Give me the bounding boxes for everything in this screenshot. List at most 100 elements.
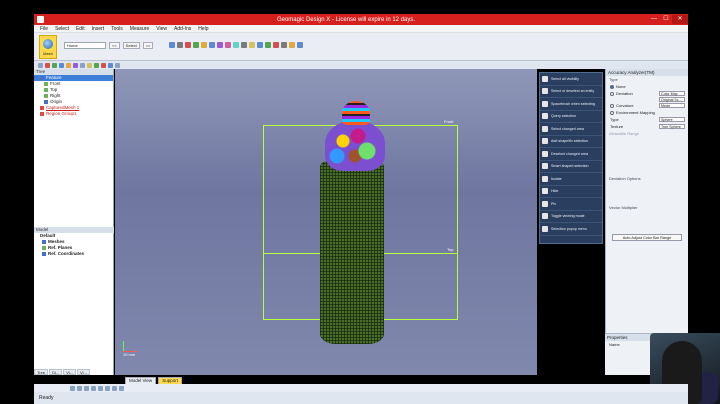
select-button[interactable]: Select xyxy=(122,42,140,49)
menu-view[interactable]: View xyxy=(156,26,167,32)
tool-5-icon[interactable] xyxy=(66,62,71,68)
tab-view[interactable]: Vi... xyxy=(63,369,77,375)
iso-view-icon[interactable] xyxy=(233,42,239,48)
menu-edit[interactable]: Edit xyxy=(76,26,85,32)
measure-icon[interactable] xyxy=(281,42,287,48)
model-viewport[interactable]: Front Right Top 10 mm xyxy=(115,69,537,375)
compare-select[interactable]: Original Sc... xyxy=(659,97,685,102)
window-title: Geomagic Design X - License will expire … xyxy=(276,16,416,23)
settings-icon[interactable] xyxy=(297,42,303,48)
tool-1-icon[interactable] xyxy=(38,62,43,68)
brush-icon xyxy=(542,100,548,107)
model-item-ref-coordinates[interactable]: Ref. Coordinates xyxy=(34,251,114,257)
tab-tree[interactable]: Tree xyxy=(34,369,49,375)
rotate-icon[interactable] xyxy=(185,42,191,48)
deviation-select[interactable]: Color Map xyxy=(659,91,685,96)
tool-11-icon[interactable] xyxy=(108,62,113,68)
option-deviation[interactable]: Deviation Color Map xyxy=(606,90,688,97)
mesh-button[interactable]: Mesh xyxy=(39,35,57,59)
minimize-button[interactable]: — xyxy=(648,15,660,24)
cmd-select-all[interactable]: Select all visibility xyxy=(540,73,602,86)
cmd-add-shape[interactable]: Add shape/fix selection xyxy=(540,136,602,148)
radio-environment[interactable] xyxy=(610,110,614,115)
close-button[interactable]: ✕ xyxy=(672,15,688,24)
tool-2-icon[interactable] xyxy=(45,62,50,68)
cmd-select-changed[interactable]: Select changed area xyxy=(540,123,602,136)
prev-button[interactable]: << xyxy=(109,42,120,49)
bottom-tool-1-icon[interactable] xyxy=(70,385,75,391)
pan-icon[interactable] xyxy=(193,42,199,48)
cmd-smart-shaped[interactable]: Smart shaped selection xyxy=(540,161,602,173)
tree-item-region-group[interactable]: Region Group1 xyxy=(34,111,113,117)
bottom-tool-7-icon[interactable] xyxy=(112,385,117,391)
radio-none[interactable] xyxy=(610,84,614,89)
bottom-tool-6-icon[interactable] xyxy=(105,385,110,391)
front-view-icon[interactable] xyxy=(209,42,215,48)
tool-8-icon[interactable] xyxy=(87,62,92,68)
bottle-cap[interactable] xyxy=(342,101,370,125)
display-icon[interactable] xyxy=(257,42,263,48)
zoom-icon[interactable] xyxy=(177,42,183,48)
tool-7-icon[interactable] xyxy=(80,62,85,68)
cmd-spacebrush[interactable]: Spacebrush when selecting xyxy=(540,98,602,111)
next-button[interactable]: >> xyxy=(142,42,154,49)
menu-measure[interactable]: Measure xyxy=(130,26,149,32)
render-icon[interactable] xyxy=(249,42,255,48)
bottle-head-regions[interactable] xyxy=(325,121,385,171)
bottom-tool-4-icon[interactable] xyxy=(91,385,96,391)
tool-10-icon[interactable] xyxy=(101,62,106,68)
query-icon xyxy=(542,113,548,120)
light-icon[interactable] xyxy=(265,42,271,48)
cmd-popup-menu[interactable]: Selection popup menu xyxy=(540,223,602,236)
plane-icon xyxy=(44,82,48,86)
cmd-select-deselect[interactable]: Select or deselect an entity xyxy=(540,86,602,98)
menu-tools[interactable]: Tools xyxy=(111,26,123,32)
menu-file[interactable]: File xyxy=(40,26,48,32)
section-icon[interactable] xyxy=(241,42,247,48)
menu-help[interactable]: Help xyxy=(198,26,208,32)
texture-select[interactable]: True Sphere xyxy=(659,124,685,129)
bottom-tool-5-icon[interactable] xyxy=(98,385,103,391)
bottom-toolbar xyxy=(34,384,688,392)
tool-9-icon[interactable] xyxy=(94,62,99,68)
ribbon: Mesh Home << Select >> xyxy=(34,33,688,61)
tool-4-icon[interactable] xyxy=(59,62,64,68)
region-icon xyxy=(40,112,44,116)
cmd-pin[interactable]: Pin xyxy=(540,198,602,211)
cmd-toggle-view[interactable]: Toggle viewing mode xyxy=(540,211,602,223)
tool-6-icon[interactable] xyxy=(73,62,78,68)
option-environment[interactable]: Environment Mapping xyxy=(606,109,688,116)
env-type-select[interactable]: Sphere xyxy=(659,117,685,122)
bottom-tool-8-icon[interactable] xyxy=(119,385,124,391)
menu-insert[interactable]: Insert xyxy=(92,26,105,32)
home-select[interactable]: Home xyxy=(64,42,106,49)
fit-icon[interactable] xyxy=(201,42,207,48)
bottom-tool-2-icon[interactable] xyxy=(77,385,82,391)
tool-12-icon[interactable] xyxy=(115,62,120,68)
radio-deviation[interactable] xyxy=(610,91,614,96)
tab-view2[interactable]: Vi... xyxy=(77,369,90,375)
grid-icon[interactable] xyxy=(289,42,295,48)
cmd-hide[interactable]: Hide xyxy=(540,186,602,198)
meshes-icon xyxy=(42,240,46,244)
radio-curvature[interactable] xyxy=(610,103,614,108)
auto-adjust-button[interactable]: Auto Adjust Color Bar Range xyxy=(612,234,682,241)
secondary-toolbar xyxy=(34,61,688,69)
maximize-button[interactable]: ☐ xyxy=(660,15,672,24)
bottle-mesh[interactable] xyxy=(320,161,384,344)
option-none[interactable]: None xyxy=(606,83,688,90)
menu-addins[interactable]: Add-Ins xyxy=(174,26,191,32)
tool-3-icon[interactable] xyxy=(52,62,57,68)
cmd-deselect-changed[interactable]: Deselect changed area xyxy=(540,148,602,161)
bottom-tool-3-icon[interactable] xyxy=(84,385,89,391)
right-view-icon[interactable] xyxy=(225,42,231,48)
tab-display[interactable]: Di... xyxy=(49,369,63,375)
cmd-isolate[interactable]: Isolate xyxy=(540,173,602,186)
option-curvature[interactable]: Curvature Mean xyxy=(606,102,688,109)
color-icon[interactable] xyxy=(273,42,279,48)
curvature-select[interactable]: Mean xyxy=(659,103,685,108)
cmd-query[interactable]: Query selection xyxy=(540,111,602,123)
view-icon[interactable] xyxy=(169,42,175,48)
menu-select[interactable]: Select xyxy=(55,26,69,32)
top-view-icon[interactable] xyxy=(217,42,223,48)
